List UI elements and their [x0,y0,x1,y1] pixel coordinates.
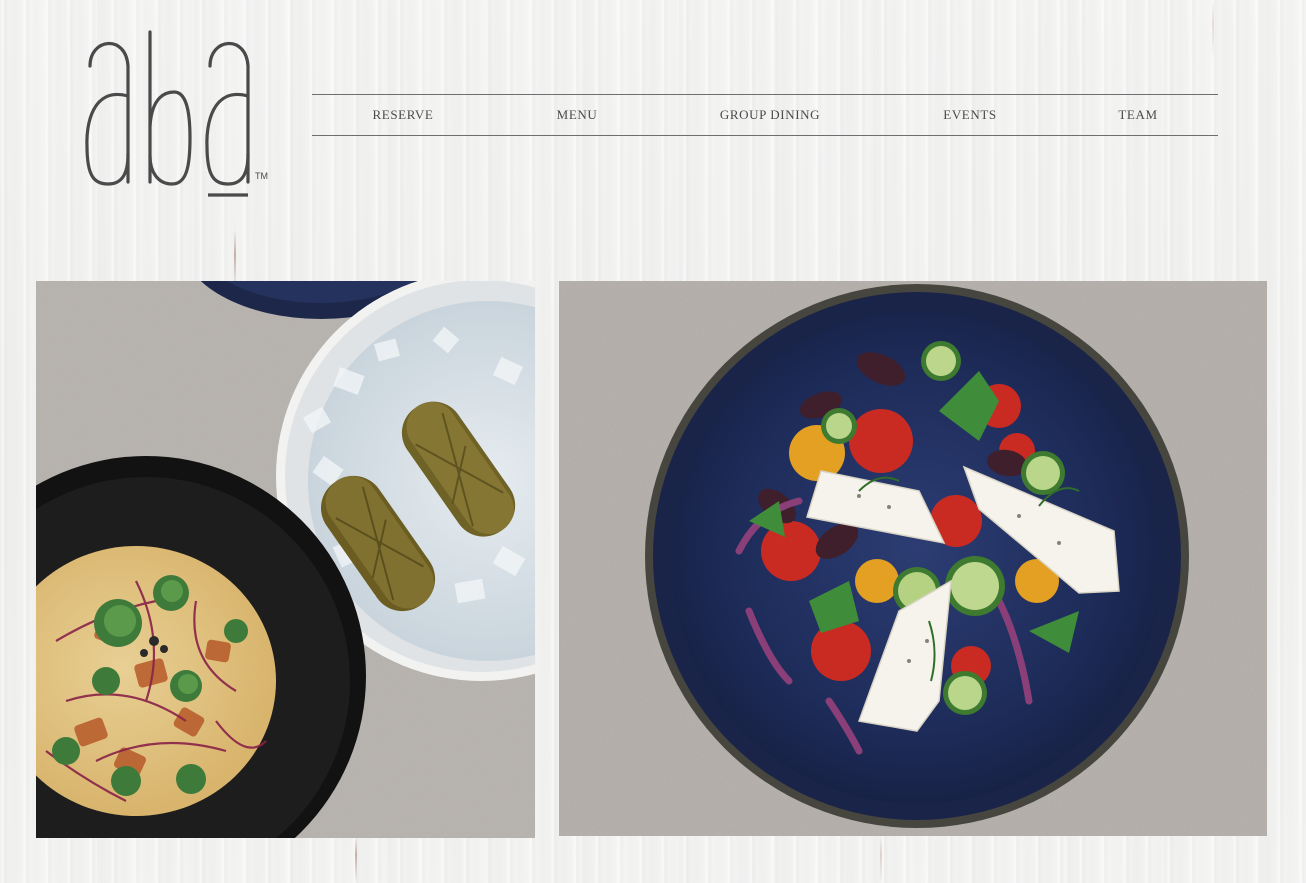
trademark-mark: TM [255,171,268,181]
greek-salad-photo [559,281,1267,836]
wood-grain-crack [880,836,882,883]
nav-team-link[interactable]: TEAM [1118,95,1157,135]
aba-logo-icon: TM [85,30,268,197]
nav-reserve-link[interactable]: RESERVE [373,95,434,135]
nav-events-link[interactable]: EVENTS [943,95,996,135]
wood-grain-crack [1212,0,1214,60]
nav-group-dining-link[interactable]: GROUP DINING [720,95,820,135]
wood-grain-crack [355,836,357,883]
dolmas-and-hummus-photo [36,281,535,838]
aba-logo[interactable]: TM [82,26,272,204]
nav-menu-link[interactable]: MENU [557,95,598,135]
main-navigation: RESERVE MENU GROUP DINING EVENTS TEAM [312,94,1218,136]
